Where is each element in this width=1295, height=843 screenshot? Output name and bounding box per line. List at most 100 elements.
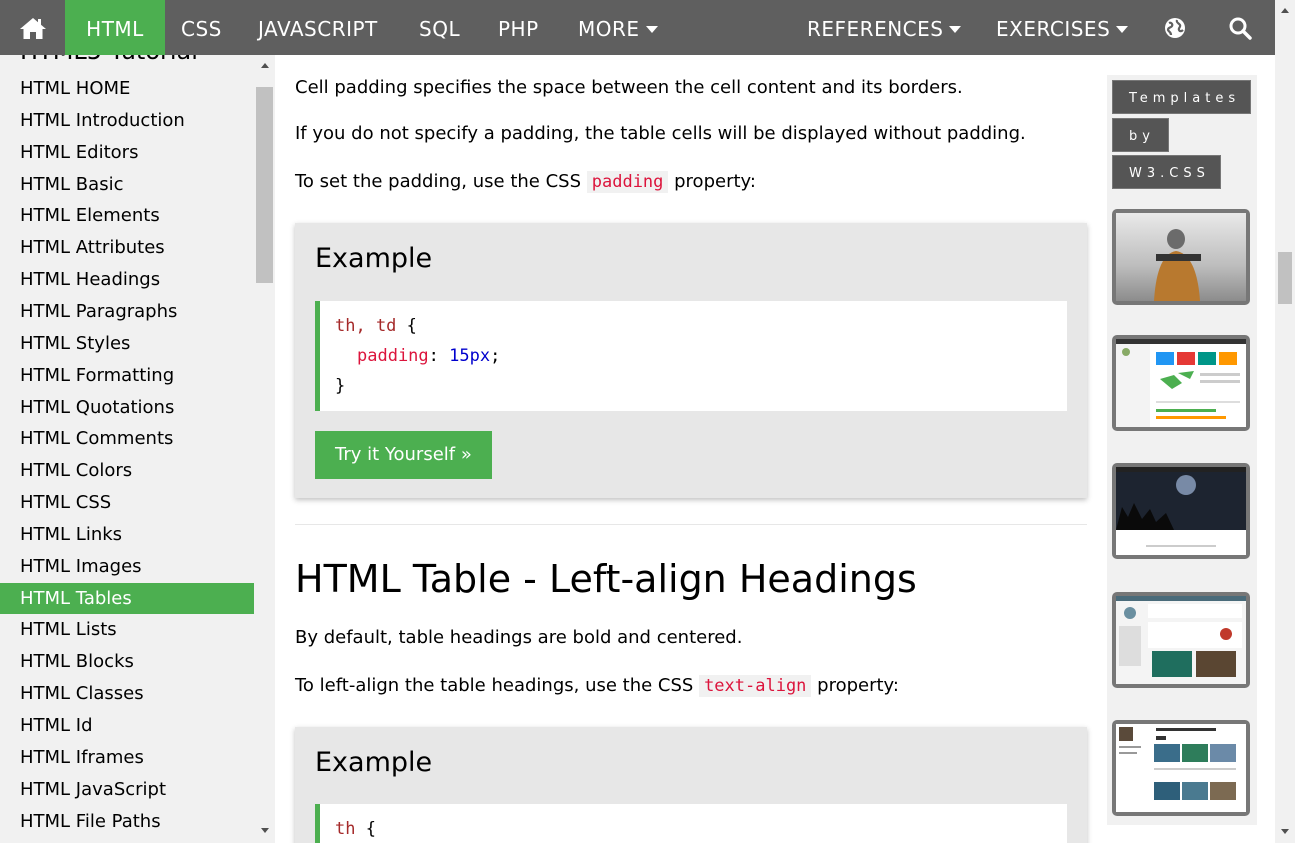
code-brace: { xyxy=(396,316,417,336)
sidebar-item-html-attributes[interactable]: HTML Attributes xyxy=(0,232,254,263)
section-heading: HTML Table - Left-align Headings xyxy=(295,557,917,601)
globe-icon xyxy=(1164,17,1186,41)
sidebar-item-html-iframes[interactable]: HTML Iframes xyxy=(0,742,254,773)
css-selector: th, td xyxy=(335,316,397,336)
nav-more-dropdown[interactable]: MORE xyxy=(578,0,658,55)
sidebar-item-html-css[interactable]: HTML CSS xyxy=(0,487,254,518)
code-semicolon: ; xyxy=(490,346,501,366)
template-thumbnail[interactable] xyxy=(1112,592,1250,688)
template-thumbnail[interactable] xyxy=(1112,463,1250,559)
nav-css[interactable]: CSS xyxy=(181,0,222,55)
sidebar-item-html-basic[interactable]: HTML Basic xyxy=(0,169,254,200)
nav-more-label: MORE xyxy=(578,17,640,41)
sidebar-item-html-colors[interactable]: HTML Colors xyxy=(0,455,254,486)
home-button[interactable] xyxy=(0,0,65,55)
main-content: Cell padding specifies the space between… xyxy=(275,55,1107,843)
sidebar-item-html-tables[interactable]: HTML Tables xyxy=(0,583,254,614)
sidebar-item-html-id[interactable]: HTML Id xyxy=(0,710,254,741)
nav-html[interactable]: HTML xyxy=(65,0,165,55)
sidebar-item-html-javascript[interactable]: HTML JavaScript xyxy=(0,774,254,805)
code-line: } xyxy=(335,371,1067,401)
inline-code: padding xyxy=(586,171,669,193)
page-scrollbar[interactable] xyxy=(1275,0,1295,843)
templates-ad-column: Templates by W3.CSS xyxy=(1107,75,1257,825)
top-navigation-bar: HTML CSS JAVASCRIPT SQL PHP MORE REFEREN… xyxy=(0,0,1275,55)
thumbnail-image xyxy=(1116,724,1246,812)
sidebar-item-html-lists[interactable]: HTML Lists xyxy=(0,614,254,645)
try-it-yourself-button[interactable]: Try it Yourself » xyxy=(315,431,492,479)
nav-references-label: REFERENCES xyxy=(807,17,944,41)
search-icon xyxy=(1228,17,1252,41)
text: To left-align the table headings, use th… xyxy=(295,675,700,696)
nav-html-label: HTML xyxy=(86,17,144,41)
nav-references-dropdown[interactable]: REFERENCES xyxy=(807,0,962,55)
nav-exercises-label: EXERCISES xyxy=(996,17,1111,41)
home-icon xyxy=(19,17,47,41)
nav-css-label: CSS xyxy=(181,17,222,41)
caret-down-icon xyxy=(645,26,658,33)
template-thumbnail[interactable] xyxy=(1112,335,1250,431)
paragraph: If you do not specify a padding, the tab… xyxy=(295,123,1026,144)
nav-php[interactable]: PHP xyxy=(498,0,539,55)
sidebar-scrollbar-thumb[interactable] xyxy=(256,87,273,283)
code-line: th, td { xyxy=(335,311,1067,341)
sidebar-item-html-formatting[interactable]: HTML Formatting xyxy=(0,360,254,391)
sidebar-item-html-styles[interactable]: HTML Styles xyxy=(0,328,254,359)
css-selector: th xyxy=(335,819,356,839)
caret-down-icon xyxy=(1116,26,1129,33)
code-colon: : xyxy=(428,346,450,366)
paragraph: Cell padding specifies the space between… xyxy=(295,77,963,98)
nav-exercises-dropdown[interactable]: EXERCISES xyxy=(996,0,1129,55)
paragraph: To left-align the table headings, use th… xyxy=(295,675,899,697)
sidebar-item-html-introduction[interactable]: HTML Introduction xyxy=(0,105,254,136)
sidebar-item-html-file-paths[interactable]: HTML File Paths xyxy=(0,806,254,837)
sidebar-item-html-home[interactable]: HTML HOME xyxy=(0,73,254,104)
example-box: Example th { xyxy=(295,727,1087,843)
nav-javascript[interactable]: JAVASCRIPT xyxy=(258,0,378,55)
sidebar-heading: HTML5 Tutorial xyxy=(20,55,198,65)
code-block: th { xyxy=(315,804,1067,843)
w3css-tag[interactable]: W3.CSS xyxy=(1112,155,1221,189)
code-line: th { xyxy=(335,814,1067,843)
sidebar-item-html-editors[interactable]: HTML Editors xyxy=(0,137,254,168)
text: property: xyxy=(811,675,899,696)
sidebar-item-html-comments[interactable]: HTML Comments xyxy=(0,423,254,454)
scroll-down-arrow-icon[interactable] xyxy=(261,828,269,833)
thumbnail-image xyxy=(1116,467,1246,555)
paragraph: By default, table headings are bold and … xyxy=(295,627,743,648)
by-tag[interactable]: by xyxy=(1112,118,1169,152)
paragraph: To set the padding, use the CSS padding … xyxy=(295,171,756,193)
thumbnail-image xyxy=(1116,596,1246,684)
sidebar-item-html-blocks[interactable]: HTML Blocks xyxy=(0,646,254,677)
search-button[interactable] xyxy=(1228,0,1254,55)
scroll-down-arrow-icon[interactable] xyxy=(1281,829,1289,834)
example-title: Example xyxy=(315,243,433,274)
sidebar: HTML5 Tutorial HTML HOMEHTML Introductio… xyxy=(0,55,275,843)
nav-sql[interactable]: SQL xyxy=(419,0,460,55)
divider xyxy=(295,524,1087,525)
code-line: padding: 15px; xyxy=(335,341,1067,371)
sidebar-item-html-headings[interactable]: HTML Headings xyxy=(0,264,254,295)
code-brace: { xyxy=(355,819,376,839)
thumbnail-image xyxy=(1116,213,1246,301)
template-thumbnail[interactable] xyxy=(1112,209,1250,305)
translate-button[interactable] xyxy=(1164,0,1188,55)
page-scrollbar-thumb[interactable] xyxy=(1278,252,1292,304)
nav-sql-label: SQL xyxy=(419,17,461,41)
scroll-up-arrow-icon[interactable] xyxy=(1281,8,1289,13)
scroll-up-arrow-icon[interactable] xyxy=(261,63,269,68)
template-thumbnail[interactable] xyxy=(1112,720,1250,816)
example-title: Example xyxy=(315,747,433,778)
example-box: Example th, td { padding: 15px; } Try it… xyxy=(295,223,1087,498)
caret-down-icon xyxy=(949,26,962,33)
css-value: 15px xyxy=(449,346,491,366)
sidebar-item-html-images[interactable]: HTML Images xyxy=(0,551,254,582)
text: property: xyxy=(668,171,756,192)
sidebar-item-html-paragraphs[interactable]: HTML Paragraphs xyxy=(0,296,254,327)
inline-code: text-align xyxy=(699,675,812,697)
sidebar-item-html-quotations[interactable]: HTML Quotations xyxy=(0,392,254,423)
sidebar-item-html-classes[interactable]: HTML Classes xyxy=(0,678,254,709)
templates-tag[interactable]: Templates xyxy=(1112,80,1251,114)
sidebar-item-html-links[interactable]: HTML Links xyxy=(0,519,254,550)
sidebar-item-html-elements[interactable]: HTML Elements xyxy=(0,200,254,231)
